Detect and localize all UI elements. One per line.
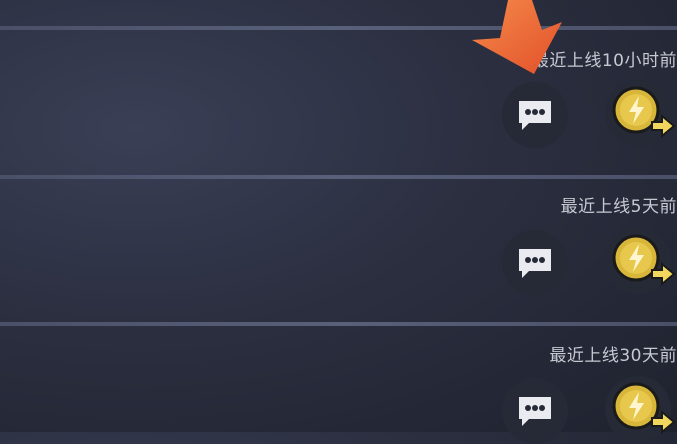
chat-bubble-icon: [519, 249, 551, 278]
lightning-coin-icon[interactable]: [600, 228, 677, 294]
orange-arrow-pointer-icon: [472, 0, 562, 74]
row-divider: [0, 175, 677, 179]
last-online-label: 最近上线30天前: [549, 346, 677, 366]
chat-button[interactable]: [502, 378, 568, 444]
chat-bubble-icon: [519, 101, 551, 130]
chat-button[interactable]: [502, 82, 568, 148]
row-divider: [0, 322, 677, 326]
last-online-label: 最近上线5天前: [560, 197, 677, 217]
lightning-coin-icon[interactable]: [600, 376, 677, 442]
chat-button[interactable]: [502, 230, 568, 296]
chat-bubble-icon: [519, 397, 551, 426]
lightning-coin-icon[interactable]: [600, 80, 677, 146]
